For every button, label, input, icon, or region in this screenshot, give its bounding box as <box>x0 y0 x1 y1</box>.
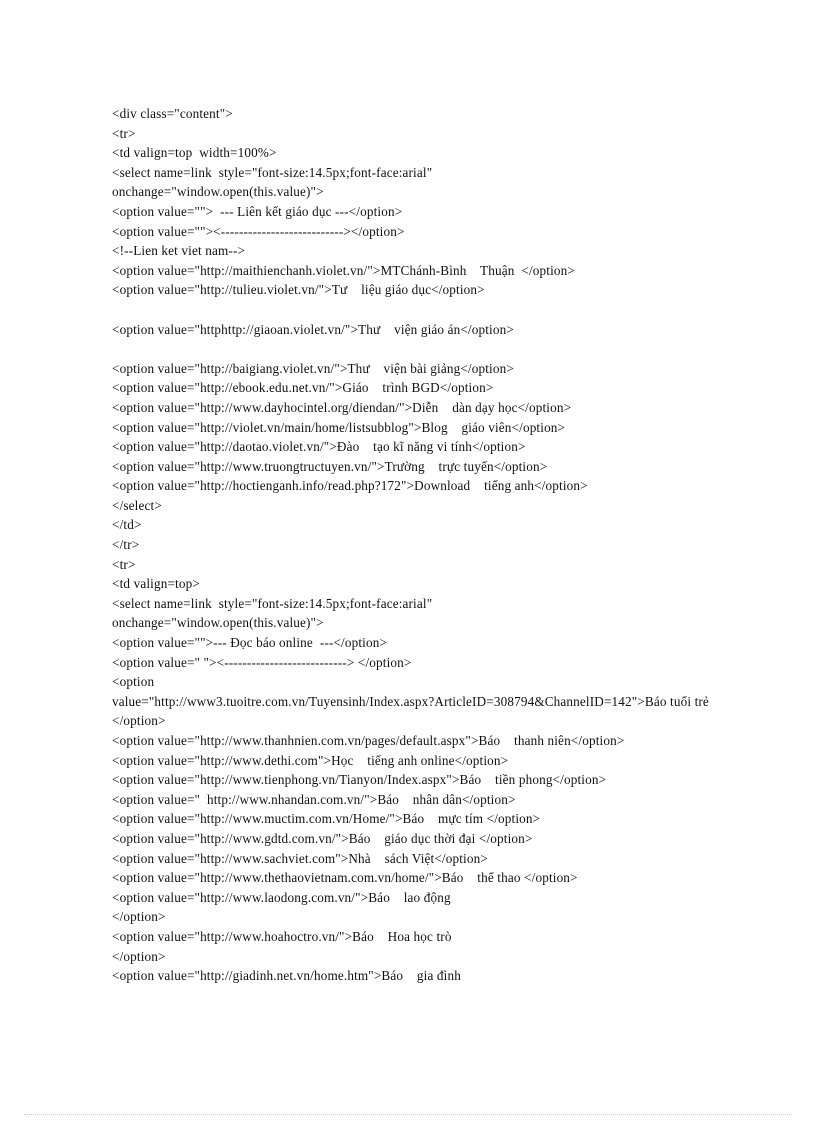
code-line: </td> <box>112 517 142 533</box>
code-line: <select name=link style="font-size:14.5p… <box>112 164 433 180</box>
code-line: value="http://www3.tuoitre.com.vn/Tuyens… <box>112 693 713 729</box>
code-line: <!--Lien ket viet nam--> <box>112 243 246 259</box>
code-line: <td valign=top> <box>112 576 200 592</box>
code-line: <td valign=top width=100%> <box>112 145 277 161</box>
code-line: <option value="http://www.sachviet.com">… <box>112 850 488 866</box>
code-line: <option value="http://giadinh.net.vn/hom… <box>112 968 461 984</box>
code-line: <option value=" "><---------------------… <box>112 654 412 670</box>
code-line: onchange="window.open(this.value)"> <box>112 615 324 631</box>
code-line: </tr> <box>112 537 140 553</box>
code-line: <option value="http://daotao.violet.vn/"… <box>112 439 526 455</box>
code-line: onchange="window.open(this.value)"> <box>112 184 324 200</box>
code-listing: <div class="content"> <tr> <td valign=top … <box>112 104 752 986</box>
code-line: <option value="">--- Đọc báo online ---<… <box>112 635 388 651</box>
code-line: <option value="http://www.tienphong.vn/T… <box>112 772 607 788</box>
code-line: <option value="http://violet.vn/main/hom… <box>112 419 566 435</box>
code-line: <option value="http://tulieu.violet.vn/"… <box>112 282 485 298</box>
code-line: <div class="content"> <box>112 106 233 121</box>
code-line: <option value="http://www.gdtd.com.vn/">… <box>112 830 533 846</box>
code-line: <option value="http://hoctienganh.info/r… <box>112 478 588 494</box>
code-line: </select> <box>112 497 162 513</box>
code-line: <option value="http://www.thanhnien.com.… <box>112 733 625 748</box>
code-line: <option value=" http://www.nhandan.com.v… <box>112 791 516 807</box>
code-line: <option value="http://baigiang.violet.vn… <box>112 360 514 376</box>
footer-dotted-rule <box>24 1114 792 1115</box>
document-page: <div class="content"> <tr> <td valign=top … <box>0 0 816 1123</box>
code-line: <option value="http://www.dethi.com">Học… <box>112 752 509 768</box>
code-line: <option value="http://www.hoahoctro.vn/"… <box>112 928 452 944</box>
code-line: <select name=link style="font-size:14.5p… <box>112 595 433 611</box>
code-line: <tr> <box>112 125 136 141</box>
code-line: <option value="httphttp://giaoan.violet.… <box>112 321 514 337</box>
code-line: <option value="http://www.truongtructuye… <box>112 458 548 474</box>
code-line: <option value=""><----------------------… <box>112 223 405 239</box>
code-line: </option> <box>112 909 166 925</box>
code-line: <option value="http://www.muctim.com.vn/… <box>112 811 541 827</box>
code-line: <option value=""> --- Liên kết giáo dục … <box>112 203 403 219</box>
code-line: <option value="http://maithienchanh.viol… <box>112 262 575 278</box>
code-line: </option> <box>112 948 166 964</box>
code-line: <option <box>112 674 155 690</box>
code-line: <option value="http://www.laodong.com.vn… <box>112 889 451 905</box>
code-line: <option value="http://ebook.edu.net.vn/"… <box>112 380 494 396</box>
code-line: <option value="http://www.dayhocintel.or… <box>112 399 572 415</box>
code-line: <tr> <box>112 556 136 572</box>
code-line: <option value="http://www.thethaovietnam… <box>112 870 578 886</box>
